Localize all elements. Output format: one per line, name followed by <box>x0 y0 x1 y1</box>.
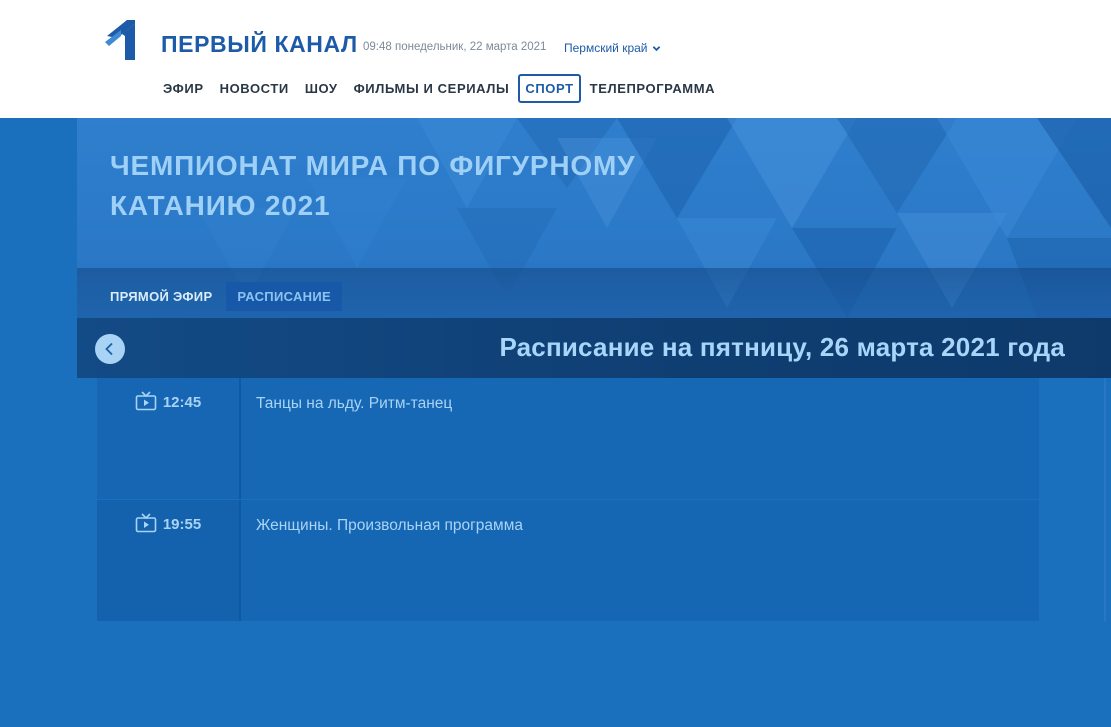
tv-play-icon <box>135 391 157 411</box>
event-tabs: ПРЯМОЙ ЭФИР РАСПИСАНИЕ <box>110 282 356 311</box>
site-header: ПЕРВЫЙ КАНАЛ 09:48 понедельник, 22 марта… <box>0 0 1111 118</box>
schedule-program-title[interactable]: Женщины. Произвольная программа <box>256 517 523 534</box>
nav-item-show[interactable]: ШОУ <box>298 74 345 103</box>
region-selector[interactable]: Пермский край <box>564 41 661 55</box>
schedule-program-cell[interactable]: Танцы на льду. Ритм-танец <box>241 378 1039 499</box>
current-datetime: 09:48 понедельник, 22 марта 2021 <box>363 41 547 53</box>
chevron-left-icon <box>105 342 113 356</box>
schedule-list: 12:45 Танцы на льду. Ритм-танец 19:55 Же… <box>97 378 1039 622</box>
nav-item-efir[interactable]: ЭФИР <box>161 74 211 103</box>
nav-item-sport[interactable]: СПОРТ <box>518 74 581 103</box>
schedule-header: Расписание на пятницу, 26 марта 2021 год… <box>77 318 1111 378</box>
previous-day-button[interactable] <box>95 334 125 364</box>
tab-schedule[interactable]: РАСПИСАНИЕ <box>226 282 342 311</box>
event-title: ЧЕМПИОНАТ МИРА ПО ФИГУРНОМУ КАТАНИЮ 2021 <box>110 150 636 221</box>
schedule-time: 19:55 <box>162 516 202 533</box>
schedule-row[interactable]: 19:55 Женщины. Произвольная программа <box>97 500 1039 621</box>
tab-live[interactable]: ПРЯМОЙ ЭФИР <box>110 282 212 311</box>
channel-one-logo-icon[interactable] <box>105 18 141 62</box>
chevron-down-icon <box>652 45 660 51</box>
schedule-time-cell: 12:45 <box>97 378 241 499</box>
schedule-title: Расписание на пятницу, 26 марта 2021 год… <box>499 332 1065 362</box>
main-nav: ЭФИР НОВОСТИ ШОУ ФИЛЬМЫ И СЕРИАЛЫ СПОРТ … <box>161 74 724 103</box>
scroll-edge-divider <box>1104 378 1106 621</box>
brand-name[interactable]: ПЕРВЫЙ КАНАЛ <box>161 31 358 58</box>
schedule-time-cell: 19:55 <box>97 500 241 621</box>
nav-item-films-series[interactable]: ФИЛЬМЫ И СЕРИАЛЫ <box>347 74 517 103</box>
nav-item-tv-program[interactable]: ТЕЛЕПРОГРАММА <box>583 74 723 103</box>
schedule-row[interactable]: 12:45 Танцы на льду. Ритм-танец <box>97 378 1039 499</box>
tv-play-icon <box>135 513 157 533</box>
region-label: Пермский край <box>564 41 648 55</box>
event-hero: ЧЕМПИОНАТ МИРА ПО ФИГУРНОМУ КАТАНИЮ 2021… <box>77 118 1111 318</box>
schedule-program-title[interactable]: Танцы на льду. Ритм-танец <box>256 395 452 412</box>
nav-item-news[interactable]: НОВОСТИ <box>213 74 296 103</box>
schedule-program-cell[interactable]: Женщины. Произвольная программа <box>241 500 1039 621</box>
schedule-time: 12:45 <box>162 394 202 411</box>
